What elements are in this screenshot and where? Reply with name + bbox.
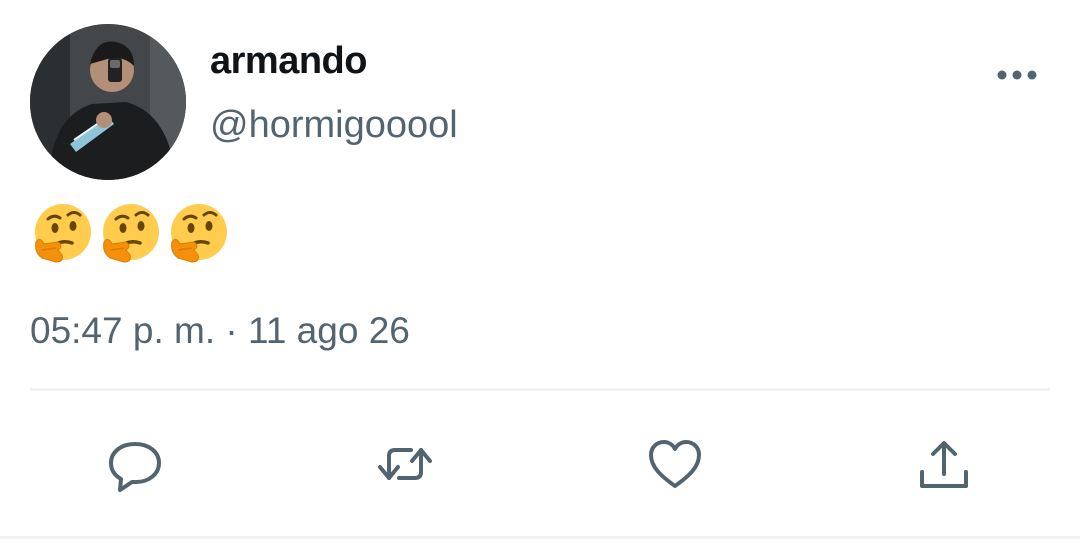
- share-icon: [920, 441, 968, 488]
- retweet-icon: [378, 448, 432, 480]
- thinking-face-emoji: [171, 204, 227, 263]
- user-display-name[interactable]: armando: [210, 40, 367, 83]
- profile-photo: [30, 24, 186, 180]
- bottom-divider: [0, 536, 1080, 539]
- avatar[interactable]: [30, 24, 186, 180]
- thinking-face-emoji: [35, 204, 91, 263]
- tweet-action-bar: [0, 424, 1080, 504]
- retweet-button[interactable]: [365, 424, 445, 504]
- tweet-text: [30, 202, 230, 272]
- reply-icon: [109, 442, 161, 492]
- share-button[interactable]: [904, 424, 984, 504]
- user-handle[interactable]: @hormigooool: [210, 104, 458, 147]
- thinking-face-emoji: [103, 204, 159, 263]
- heart-icon: [649, 440, 701, 488]
- divider: [30, 388, 1050, 391]
- more-dots-icon: [997, 70, 1037, 80]
- like-button[interactable]: [635, 424, 715, 504]
- reply-button[interactable]: [95, 424, 175, 504]
- tweet-timestamp[interactable]: 05:47 p. m. · 11 ago 26: [30, 310, 410, 352]
- more-options-button[interactable]: [994, 58, 1040, 92]
